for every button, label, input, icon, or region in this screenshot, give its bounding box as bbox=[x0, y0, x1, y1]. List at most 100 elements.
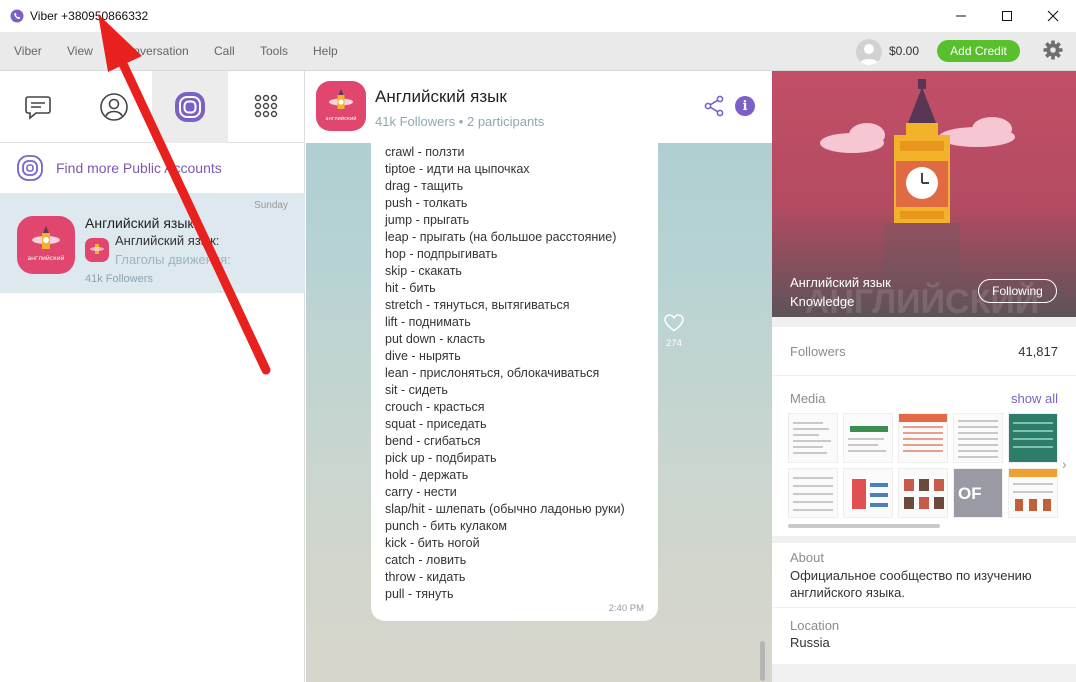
chat-sender: Английский язык: bbox=[115, 233, 220, 248]
conversation-panel: английский Английский язык 41k Followers… bbox=[306, 71, 772, 682]
svg-text:английский: английский bbox=[27, 255, 64, 262]
maximize-icon[interactable] bbox=[984, 0, 1030, 32]
followers-label: Followers bbox=[790, 344, 846, 359]
message-line: carry - нести bbox=[385, 485, 457, 499]
chats-icon bbox=[25, 96, 51, 120]
media-thumbnail[interactable] bbox=[953, 413, 1003, 463]
message-line: drag - тащить bbox=[385, 179, 464, 193]
message-line: throw - кидать bbox=[385, 570, 466, 584]
svg-text:английский: английский bbox=[326, 115, 357, 122]
chat-subtitle[interactable]: 41k Followers • 2 participants bbox=[375, 114, 544, 129]
media-scrollbar[interactable] bbox=[788, 524, 940, 528]
menu-call[interactable]: Call bbox=[214, 44, 235, 58]
media-thumbnail[interactable] bbox=[788, 413, 838, 463]
share-icon[interactable] bbox=[703, 95, 725, 117]
left-panel: Find more Public Accounts английский Анг… bbox=[0, 71, 305, 682]
tab-contacts[interactable] bbox=[76, 71, 152, 143]
media-label: Media bbox=[790, 391, 826, 406]
media-section: Media show all OF › bbox=[772, 376, 1076, 536]
media-thumbnail[interactable] bbox=[843, 468, 893, 518]
window-title: Viber +380950866332 bbox=[30, 9, 149, 23]
media-thumbnail[interactable] bbox=[898, 468, 948, 518]
chat-preview: Глаголы движения: bbox=[115, 252, 231, 267]
add-credit-button[interactable]: Add Credit bbox=[937, 40, 1020, 62]
cover-image: АНГЛИЙСКИЙ Английский язык Knowledge Fol… bbox=[772, 71, 1076, 317]
show-all-link[interactable]: show all bbox=[1011, 391, 1058, 406]
info-icon[interactable]: i bbox=[735, 96, 755, 116]
message-line: push - толкать bbox=[385, 196, 468, 210]
following-button[interactable]: Following bbox=[978, 279, 1057, 303]
location-label: Location bbox=[790, 618, 840, 633]
contacts-icon bbox=[100, 93, 128, 121]
message-line: kick - бить ногой bbox=[385, 536, 480, 550]
gear-icon[interactable] bbox=[1043, 40, 1063, 60]
media-thumbnail[interactable] bbox=[898, 413, 948, 463]
title-bar: Viber +380950866332 bbox=[0, 0, 1076, 32]
chevron-right-icon[interactable]: › bbox=[1062, 456, 1067, 472]
message-bubble: crawl - ползти tiptoe - идти на цыпочках d… bbox=[371, 131, 658, 621]
chat-followers: 41k Followers bbox=[85, 273, 153, 285]
like-button[interactable]: 274 bbox=[663, 314, 685, 350]
account-name: Английский язык bbox=[790, 275, 891, 290]
menu-help[interactable]: Help bbox=[313, 44, 338, 58]
message-line: catch - ловить bbox=[385, 553, 467, 567]
menu-view[interactable]: View bbox=[67, 44, 93, 58]
media-thumbnail[interactable] bbox=[1008, 468, 1058, 518]
public-account-avatar: английский bbox=[17, 216, 75, 274]
dialpad-icon bbox=[254, 94, 278, 118]
viber-window: Viber +380950866332 Viber View Conversat… bbox=[0, 0, 1076, 682]
menu-viber[interactable]: Viber bbox=[14, 44, 42, 58]
menu-tools[interactable]: Tools bbox=[260, 44, 288, 58]
tab-public-accounts[interactable] bbox=[152, 71, 228, 143]
viber-logo-icon bbox=[10, 9, 24, 23]
minimize-icon[interactable] bbox=[938, 0, 984, 32]
chat-name: Английский язык bbox=[85, 215, 194, 231]
chat-date: Sunday bbox=[254, 200, 288, 211]
media-thumbnail[interactable] bbox=[788, 468, 838, 518]
message-line: lift - поднимать bbox=[385, 315, 471, 329]
scrollbar[interactable] bbox=[760, 641, 765, 681]
media-thumbnail[interactable]: OF bbox=[953, 468, 1003, 518]
menu-conversation[interactable]: Conversation bbox=[118, 44, 189, 58]
find-more-label: Find more Public Accounts bbox=[56, 160, 222, 176]
info-panel: АНГЛИЙСКИЙ Английский язык Knowledge Fol… bbox=[772, 71, 1076, 682]
message-line: put down - класть bbox=[385, 332, 486, 346]
message-line: crouch - красться bbox=[385, 400, 485, 414]
close-icon[interactable] bbox=[1030, 0, 1076, 32]
tab-dialpad[interactable] bbox=[228, 71, 304, 143]
followers-row: Followers 41,817 bbox=[772, 327, 1076, 375]
message-line: pull - тянуть bbox=[385, 587, 454, 601]
nav-tabs bbox=[0, 71, 305, 143]
message-line: hold - держать bbox=[385, 468, 469, 482]
message-line: dive - нырять bbox=[385, 349, 461, 363]
message-line: bend - сгибаться bbox=[385, 434, 481, 448]
media-thumbnail[interactable] bbox=[843, 413, 893, 463]
public-accounts-icon bbox=[17, 155, 43, 181]
message-time: 2:40 PM bbox=[608, 603, 644, 614]
balance-amount: $0.00 bbox=[889, 44, 920, 58]
message-line: sit - сидеть bbox=[385, 383, 448, 397]
message-line: hit - бить bbox=[385, 281, 436, 295]
media-thumbnail[interactable] bbox=[1008, 413, 1058, 463]
account-category: Knowledge bbox=[790, 294, 855, 309]
followers-count: 41,817 bbox=[1018, 344, 1058, 359]
window-controls bbox=[938, 0, 1076, 32]
message-line: lean - прислоняться, облокачиваться bbox=[385, 366, 600, 380]
about-label: About bbox=[790, 550, 824, 565]
chat-title: Английский язык bbox=[375, 87, 507, 106]
location-section: Location Russia bbox=[772, 608, 1076, 664]
message-text: crawl - ползти tiptoe - идти на цыпочках d… bbox=[385, 144, 644, 603]
chat-header-avatar[interactable]: английский bbox=[316, 81, 366, 131]
about-text-line1: Официальное сообщество по изучению bbox=[790, 568, 1032, 583]
tab-chats[interactable] bbox=[0, 71, 76, 143]
message-line: hop - подпрыгивать bbox=[385, 247, 498, 261]
find-more-public-accounts[interactable]: Find more Public Accounts bbox=[0, 144, 305, 192]
user-avatar-icon[interactable] bbox=[856, 39, 882, 65]
like-count: 274 bbox=[666, 338, 682, 349]
message-line: slap/hit - шлепать (обычно ладонью руки) bbox=[385, 502, 625, 516]
svg-text:OF: OF bbox=[958, 484, 982, 503]
message-line: punch - бить кулаком bbox=[385, 519, 508, 533]
about-section: About Официальное сообщество по изучению… bbox=[772, 543, 1076, 607]
heart-icon bbox=[664, 314, 684, 332]
chat-list-item[interactable]: английский Английский язык Sunday Англий… bbox=[0, 193, 305, 293]
